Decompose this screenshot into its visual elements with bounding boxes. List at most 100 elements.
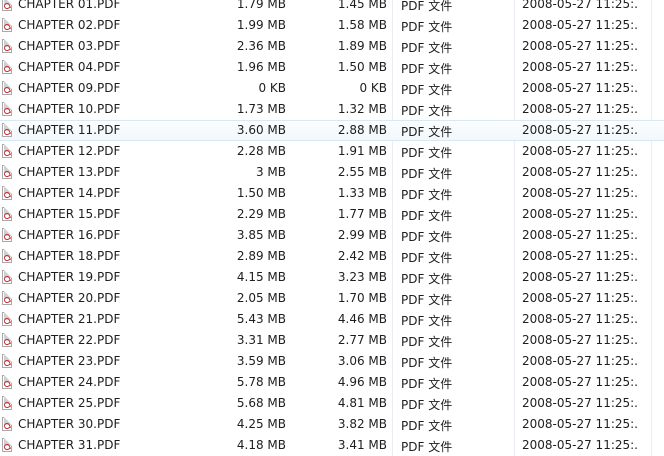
pdf-file-icon [2, 207, 12, 221]
pdf-file-icon [2, 144, 12, 158]
file-name: CHAPTER 02.PDF [18, 18, 121, 32]
file-size: 3.60 MB [236, 123, 286, 137]
pdf-file-icon [2, 123, 12, 137]
file-packed-size: 1.45 MB [337, 0, 387, 11]
file-type: PDF 文件 [401, 0, 453, 13]
file-size: 1.99 MB [236, 18, 286, 32]
pdf-file-icon [2, 165, 12, 179]
file-row[interactable]: CHAPTER 15.PDF 2.29 MB 1.77 MB PDF 文件 20… [0, 204, 664, 225]
file-packed-size: 3.82 MB [337, 417, 387, 431]
file-type: PDF 文件 [401, 125, 453, 139]
file-type: PDF 文件 [401, 356, 453, 370]
file-type: PDF 文件 [401, 104, 453, 118]
pdf-file-icon [2, 333, 12, 347]
file-modified: 2008-05-27 11:25:... [522, 354, 638, 368]
file-size: 4.15 MB [236, 270, 286, 284]
file-size: 5.78 MB [236, 375, 286, 389]
file-name: CHAPTER 04.PDF [18, 60, 121, 74]
file-row[interactable]: CHAPTER 19.PDF 4.15 MB 3.23 MB PDF 文件 20… [0, 267, 664, 288]
file-row[interactable]: CHAPTER 16.PDF 3.85 MB 2.99 MB PDF 文件 20… [0, 225, 664, 246]
pdf-file-icon [2, 81, 12, 95]
file-row[interactable]: CHAPTER 01.PDF 1.79 MB 1.45 MB PDF 文件 20… [0, 0, 664, 15]
file-modified: 2008-05-27 11:25:... [522, 228, 638, 242]
file-row[interactable]: CHAPTER 03.PDF 2.36 MB 1.89 MB PDF 文件 20… [0, 36, 664, 57]
file-row[interactable]: CHAPTER 18.PDF 2.89 MB 2.42 MB PDF 文件 20… [0, 246, 664, 267]
file-size: 2.28 MB [236, 144, 286, 158]
pdf-file-icon [2, 249, 12, 263]
file-modified: 2008-05-27 11:25:... [522, 249, 638, 263]
file-name: CHAPTER 13.PDF [18, 165, 121, 179]
file-size: 3.85 MB [236, 228, 286, 242]
file-modified: 2008-05-27 11:25:... [522, 144, 638, 158]
file-modified: 2008-05-27 11:25:... [522, 270, 638, 284]
file-name: CHAPTER 11.PDF [18, 123, 121, 137]
file-name: CHAPTER 12.PDF [18, 144, 121, 158]
file-name: CHAPTER 09.PDF [18, 81, 121, 95]
file-type: PDF 文件 [401, 377, 453, 391]
file-row[interactable]: CHAPTER 22.PDF 3.31 MB 2.77 MB PDF 文件 20… [0, 330, 664, 351]
file-size: 2.29 MB [236, 207, 286, 221]
file-packed-size: 2.42 MB [337, 249, 387, 263]
file-packed-size: 1.77 MB [337, 207, 387, 221]
file-type: PDF 文件 [401, 440, 453, 454]
file-modified: 2008-05-27 11:25:... [522, 0, 638, 11]
file-size: 3.31 MB [236, 333, 286, 347]
file-modified: 2008-05-27 11:25:... [522, 186, 638, 200]
file-row[interactable]: CHAPTER 09.PDF 0 KB 0 KB PDF 文件 2008-05-… [0, 78, 664, 99]
file-size: 2.05 MB [236, 291, 286, 305]
file-name: CHAPTER 23.PDF [18, 354, 121, 368]
file-name: CHAPTER 14.PDF [18, 186, 121, 200]
file-packed-size: 4.96 MB [337, 375, 387, 389]
file-name: CHAPTER 21.PDF [18, 312, 121, 326]
file-size: 0 KB [258, 81, 286, 95]
file-row[interactable]: CHAPTER 12.PDF 2.28 MB 1.91 MB PDF 文件 20… [0, 141, 664, 162]
file-row[interactable]: CHAPTER 23.PDF 3.59 MB 3.06 MB PDF 文件 20… [0, 351, 664, 372]
file-row[interactable]: CHAPTER 31.PDF 4.18 MB 3.41 MB PDF 文件 20… [0, 435, 664, 456]
file-name: CHAPTER 18.PDF [18, 249, 121, 263]
file-row[interactable]: CHAPTER 24.PDF 5.78 MB 4.96 MB PDF 文件 20… [0, 372, 664, 393]
file-type: PDF 文件 [401, 314, 453, 328]
file-size: 4.18 MB [236, 438, 286, 452]
file-row[interactable]: CHAPTER 14.PDF 1.50 MB 1.33 MB PDF 文件 20… [0, 183, 664, 204]
file-packed-size: 1.33 MB [337, 186, 387, 200]
file-row[interactable]: CHAPTER 13.PDF 3 MB 2.55 MB PDF 文件 2008-… [0, 162, 664, 183]
file-type: PDF 文件 [401, 167, 453, 181]
pdf-file-icon [2, 354, 12, 368]
pdf-file-icon [2, 291, 12, 305]
file-modified: 2008-05-27 11:25:... [522, 123, 638, 137]
file-modified: 2008-05-27 11:25:... [522, 102, 638, 116]
file-type: PDF 文件 [401, 188, 453, 202]
file-type: PDF 文件 [401, 83, 453, 97]
pdf-file-icon [2, 102, 12, 116]
file-size: 2.36 MB [236, 39, 286, 53]
file-packed-size: 2.77 MB [337, 333, 387, 347]
file-list: CHAPTER 01.PDF 1.79 MB 1.45 MB PDF 文件 20… [0, 0, 664, 456]
file-packed-size: 4.81 MB [337, 396, 387, 410]
file-type: PDF 文件 [401, 398, 453, 412]
file-size: 1.96 MB [236, 60, 286, 74]
file-size: 1.50 MB [236, 186, 286, 200]
file-row[interactable]: CHAPTER 30.PDF 4.25 MB 3.82 MB PDF 文件 20… [0, 414, 664, 435]
file-row[interactable]: CHAPTER 25.PDF 5.68 MB 4.81 MB PDF 文件 20… [0, 393, 664, 414]
file-modified: 2008-05-27 11:25:... [522, 207, 638, 221]
pdf-file-icon [2, 438, 12, 452]
pdf-file-icon [2, 375, 12, 389]
file-name: CHAPTER 10.PDF [18, 102, 121, 116]
file-row[interactable]: CHAPTER 10.PDF 1.73 MB 1.32 MB PDF 文件 20… [0, 99, 664, 120]
file-modified: 2008-05-27 11:25:... [522, 18, 638, 32]
file-size: 3.59 MB [236, 354, 286, 368]
file-type: PDF 文件 [401, 251, 453, 265]
file-row[interactable]: CHAPTER 20.PDF 2.05 MB 1.70 MB PDF 文件 20… [0, 288, 664, 309]
file-name: CHAPTER 16.PDF [18, 228, 121, 242]
pdf-file-icon [2, 186, 12, 200]
file-row[interactable]: CHAPTER 21.PDF 5.43 MB 4.46 MB PDF 文件 20… [0, 309, 664, 330]
file-modified: 2008-05-27 11:25:... [522, 39, 638, 53]
file-name: CHAPTER 24.PDF [18, 375, 121, 389]
file-type: PDF 文件 [401, 272, 453, 286]
file-row[interactable]: CHAPTER 02.PDF 1.99 MB 1.58 MB PDF 文件 20… [0, 15, 664, 36]
file-row[interactable]: CHAPTER 04.PDF 1.96 MB 1.50 MB PDF 文件 20… [0, 57, 664, 78]
file-packed-size: 3.41 MB [337, 438, 387, 452]
file-row[interactable]: CHAPTER 11.PDF 3.60 MB 2.88 MB PDF 文件 20… [0, 120, 664, 141]
file-size: 2.89 MB [236, 249, 286, 263]
file-packed-size: 1.58 MB [337, 18, 387, 32]
